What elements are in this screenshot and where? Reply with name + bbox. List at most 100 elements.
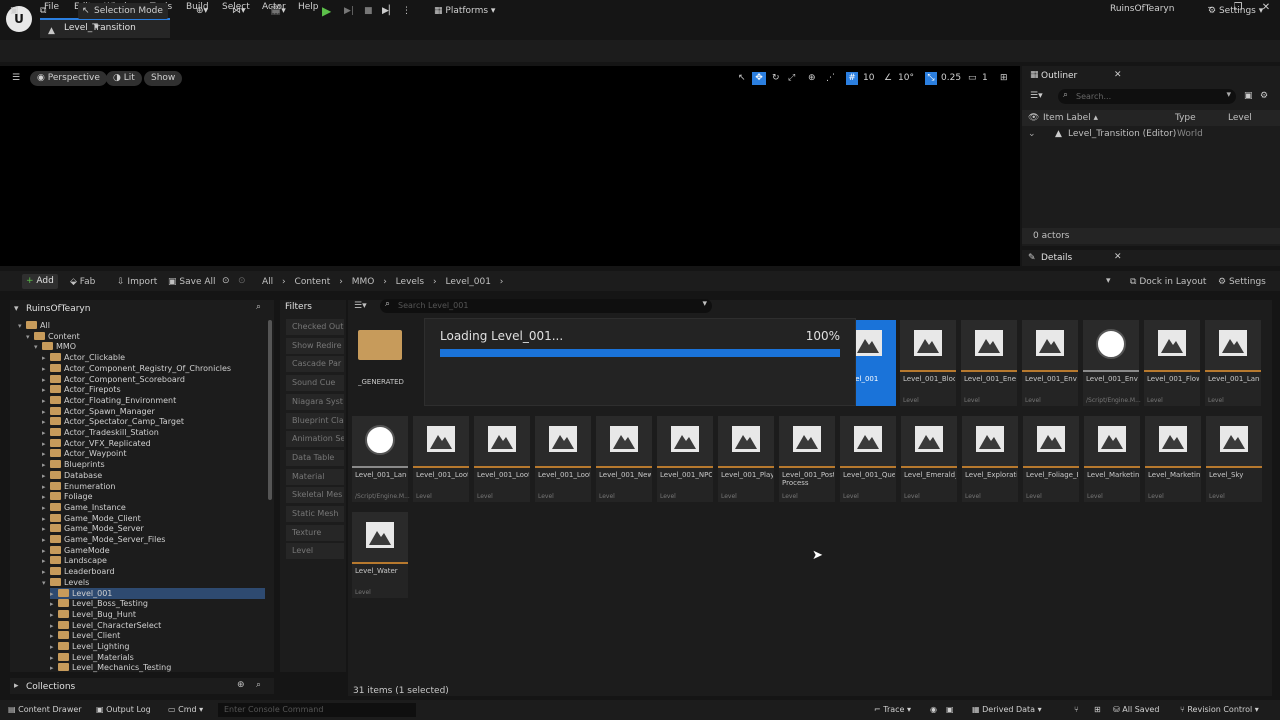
tree-chevron-icon[interactable]: ▸ [50,663,58,674]
tree-chevron-icon[interactable]: ▾ [18,321,26,332]
asset-search-input[interactable]: ⌕ Search Level_001 ▾ [380,299,712,313]
collections-search-icon[interactable]: ⌕ [256,680,261,690]
outliner-row-label[interactable]: Level_Transition (Editor) [1068,129,1176,139]
camera-speed-value[interactable]: 1 [982,72,988,85]
asset-tile[interactable]: Level_001_Quest Level [840,416,896,502]
level-column[interactable]: Level [1228,113,1252,123]
asset-tile[interactable]: Level_001_Environm... /Script/Engine.M... [1083,320,1141,406]
expand-chevron-icon[interactable]: ⌄ [1028,129,1036,139]
outliner-close-icon[interactable]: ✕ [1114,70,1122,80]
fab-button[interactable]: ⬙ Fab [70,277,95,287]
select-tool-icon[interactable]: ↖ [738,72,746,85]
filter-item[interactable]: Animation Se [286,431,344,448]
tree-item[interactable]: ▾ Content [26,331,80,342]
asset-tile[interactable]: Level_001_Newbie_Yard Level [596,416,652,502]
asset-tile[interactable]: Level_001_Enemies Level [961,320,1017,406]
asset-tile[interactable]: Level_001_Player_Spawns Level [718,416,774,502]
item-label-column[interactable]: Item Label ▴ [1043,113,1098,123]
asset-tile[interactable]: Level_001_Environment Level [1022,320,1078,406]
filter-icon[interactable]: ☰▾ [1030,91,1043,101]
move-tool-icon[interactable]: ✥ [752,72,766,85]
surface-snap-icon[interactable]: ⋰ [826,72,835,85]
filter-item[interactable]: Static Mesh [286,506,344,522]
outliner-settings-icon[interactable]: ⚙ [1260,91,1268,101]
rotation-value[interactable]: 10° [898,72,914,85]
filter-item[interactable]: Cascade Par [286,356,344,373]
play-options-icon[interactable]: ⋮ [402,3,411,19]
tree-item[interactable]: ▸ Enumeration [42,481,115,492]
save-all-button[interactable]: ▣ Save All [168,277,216,287]
tree-item[interactable]: ▸ Blueprints [42,459,105,470]
asset-tile[interactable]: Level_Marketing_002 Level [1145,416,1201,502]
scale-tool-icon[interactable]: ⤢ [788,72,795,85]
tree-item[interactable]: ▸ Game_Mode_Server_Files [42,534,165,545]
asset-tile[interactable]: Level_001_Landscape Level [1205,320,1261,406]
tree-item[interactable]: ▸ Leaderboard [42,566,115,577]
tree-item[interactable]: ▸ Level_Boss_Testing [50,598,148,609]
asset-tile[interactable]: Level_Exploration Level [962,416,1018,502]
tree-item[interactable]: ▸ Actor_Tradeskill_Station [42,427,159,438]
tree-item[interactable]: ▸ Actor_Component_Registry_Of_Chronicles [42,363,231,374]
tree-item[interactable]: ▸ Level_Lighting [50,641,129,652]
asset-tile[interactable]: Level_Marketing Level [1084,416,1140,502]
tree-item[interactable]: ▸ Game_Mode_Server [42,523,144,534]
blueprint-icon[interactable]: ⋈▾ [232,3,246,19]
source-control-icon[interactable]: ⑂ [1074,704,1079,716]
filter-item[interactable]: Niagara Syst [286,393,344,410]
cb-settings-button[interactable]: ⚙ Settings [1218,277,1266,287]
tree-item[interactable]: ▸ Actor_Firepots [42,384,121,395]
filter-item[interactable]: Material [286,468,344,485]
derived-data-dropdown[interactable]: ▦ Derived Data ▾ [972,704,1042,716]
outliner-search-input[interactable]: ⌕ Search... ▾ [1058,89,1236,104]
perspective-button[interactable]: ◉ Perspective [30,71,107,86]
add-actor-icon[interactable]: ⊕▾ [196,3,208,19]
tree-item[interactable]: ▸ Actor_Spectator_Camp_Target [42,416,184,427]
breadcrumb-mmo[interactable]: MMO [352,277,375,287]
history-forward-icon[interactable]: ⊙ [238,276,246,286]
tree-item[interactable]: ▸ Level_Client [50,630,120,641]
dock-in-layout-button[interactable]: ⧉ Dock in Layout [1130,277,1206,287]
tree-collapse-icon[interactable]: ▾ [14,304,19,314]
collections-label[interactable]: Collections [26,682,75,692]
breadcrumb-all[interactable]: All [262,277,273,287]
tree-chevron-icon[interactable]: ▾ [42,578,50,589]
play-icon[interactable]: ▶ [322,3,331,19]
asset-tile[interactable]: _GENERATED [352,320,408,406]
level-viewport[interactable] [0,66,1020,266]
output-log-button[interactable]: ▣ Output Log [96,704,151,716]
snapshot-icon[interactable]: ▣ [946,704,954,716]
tree-chevron-icon[interactable]: ▾ [34,342,42,353]
tree-root-label[interactable]: RuinsOfTearyn [26,304,90,314]
filter-item[interactable]: Texture [286,524,344,541]
filter-item[interactable]: Checked Out [286,319,344,335]
trace-dropdown[interactable]: ⌐ Trace ▾ [874,704,911,716]
tree-item[interactable]: ▸ Level_001 [50,587,265,599]
tree-item[interactable]: ▸ GameMode [42,545,110,556]
add-button[interactable]: + Add [22,274,58,289]
asset-tile[interactable]: Level_001_NPC Level [657,416,713,502]
asset-tile[interactable]: Level_001_Loot_World_Wood Level [535,416,591,502]
tree-item[interactable]: ▸ Foliage [42,491,93,502]
tree-item[interactable]: ▸ Actor_Waypoint [42,448,127,459]
details-close-icon[interactable]: ✕ [1114,252,1122,262]
tree-chevron-icon[interactable]: ▾ [26,332,34,343]
tree-scrollbar[interactable] [268,320,272,500]
filter-item[interactable]: Data Table [286,449,344,466]
breadcrumb-levels[interactable]: Levels [396,277,424,287]
asset-tile[interactable]: Level_001_Blocking_... Level [900,320,956,406]
tree-item[interactable]: ▸ Level_Mechanics_Testing [50,662,171,673]
asset-tile[interactable]: Level_Emerald_Rivers_... Level [901,416,957,502]
asset-tile[interactable]: Level_001_Landscap... /Script/Engine.M... [352,416,410,502]
tree-item[interactable]: ▸ Level_Bug_Hunt [50,609,136,620]
asset-tile[interactable]: Level_001_Post Process Level [779,416,835,502]
asset-tile[interactable]: Level_Water Level [352,512,408,598]
record-icon[interactable]: ◉ [930,704,937,716]
step-icon[interactable]: ▶| [344,3,354,19]
filter-item[interactable]: Level [286,543,344,560]
collections-expand-icon[interactable]: ▸ [14,681,19,691]
rotation-snap-icon[interactable]: ∠ [884,72,892,85]
asset-tile[interactable]: Level_Sky Level [1206,416,1262,502]
tree-item[interactable]: ▸ Landscape [42,555,107,566]
tree-item[interactable]: ▸ Actor_Component_Scoreboard [42,374,185,385]
visibility-icon[interactable]: 👁 [1028,113,1039,123]
